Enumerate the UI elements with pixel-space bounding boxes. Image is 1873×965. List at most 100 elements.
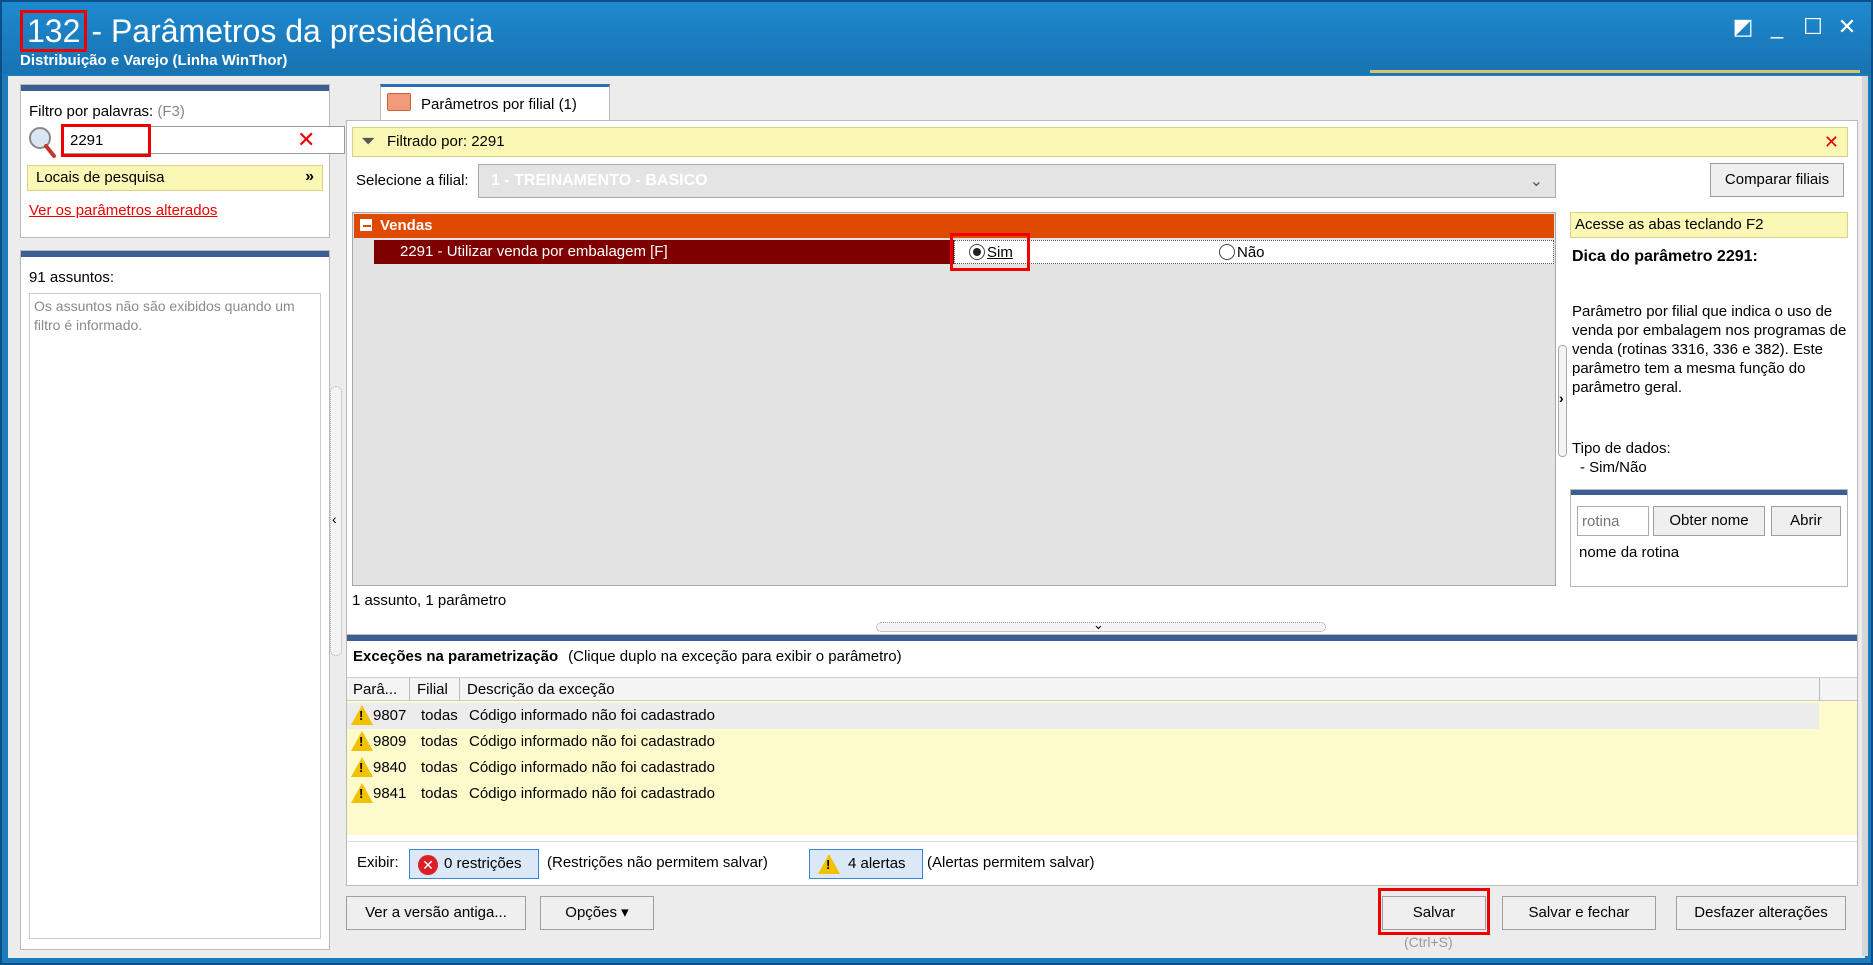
search-icon — [27, 125, 57, 159]
data-type-value: - Sim/Não — [1580, 459, 1647, 476]
branch-select-value: 1 - TREINAMENTO - BASICO — [491, 172, 708, 189]
subjects-empty-note: Os assuntos não são exibidos quando um f… — [29, 293, 321, 939]
panel-header-bar — [21, 85, 329, 91]
show-label: Exibir: — [357, 854, 399, 871]
collapse-icon[interactable] — [360, 219, 372, 231]
tab-count: (1) — [558, 96, 577, 113]
parameter-options: Sim Não — [954, 240, 1554, 264]
clear-filter-icon[interactable]: ✕ — [297, 127, 315, 153]
panel-header-bar — [21, 251, 329, 257]
warning-icon — [818, 854, 840, 874]
exceptions-title: Exceções na parametrização (Clique duplo … — [353, 648, 902, 665]
tab-label: Parâmetros por filial — [421, 96, 555, 113]
alerts-note: (Alertas permitem salvar) — [927, 854, 1095, 871]
help-data-type: Tipo de dados: - Sim/Não — [1572, 439, 1671, 477]
filter-label: Filtro por palavras: (F3) — [29, 103, 185, 120]
old-version-button[interactable]: Ver a versão antiga... — [346, 896, 526, 930]
exception-filial: todas — [421, 759, 458, 776]
open-routine-button[interactable]: Abrir — [1771, 506, 1841, 536]
routine-input[interactable] — [1577, 506, 1649, 536]
save-button[interactable]: Salvar — [1382, 896, 1486, 930]
exceptions-title-text: Exceções na parametrização — [353, 648, 559, 665]
help-title: Dica do parâmetro 2291: — [1572, 248, 1758, 265]
title-bar: 132- Parâmetros da presidência Distribui… — [2, 2, 1871, 74]
restrictions-label: 0 restrições — [444, 855, 522, 872]
branch-select[interactable]: 1 - TREINAMENTO - BASICO ⌄ — [478, 164, 1556, 198]
options-button[interactable]: Opções ▾ — [540, 896, 654, 930]
group-header-vendas[interactable]: Vendas — [354, 214, 1554, 238]
error-icon: ✕ — [418, 855, 438, 875]
restore-icon[interactable]: ◩ — [1728, 12, 1758, 42]
table-row[interactable]: 9807 todas Código informado não foi cada… — [347, 703, 1819, 729]
minimize-icon[interactable]: _ — [1762, 12, 1792, 42]
exceptions-panel: Exceções na parametrização (Clique duplo … — [346, 634, 1858, 886]
active-filter-text: Filtrado por: 2291 — [387, 133, 505, 150]
horizontal-splitter[interactable]: ⌄ — [876, 617, 1326, 632]
close-icon[interactable]: ✕ — [1832, 12, 1862, 42]
help-tip-note: Acesse as abas teclando F2 — [1570, 212, 1848, 238]
routine-lookup-panel: Obter nome Abrir nome da rotina — [1570, 489, 1848, 587]
warning-icon — [351, 757, 373, 777]
remove-filter-icon[interactable]: ✕ — [1824, 132, 1839, 153]
table-row[interactable]: 9809 todas Código informado não foi cada… — [347, 729, 1819, 755]
column-header-filial[interactable]: Filial — [417, 681, 448, 698]
restrictions-toggle-button[interactable]: ✕ 0 restrições — [409, 849, 539, 879]
left-panel-splitter[interactable]: ‹ — [330, 386, 342, 656]
compare-branches-button[interactable]: Comparar filiais — [1710, 163, 1844, 197]
exception-param: 9841 — [373, 785, 407, 802]
column-divider[interactable] — [409, 678, 410, 702]
table-row[interactable]: 9840 todas Código informado não foi cada… — [347, 755, 1819, 781]
changed-params-link[interactable]: Ver os parâmetros alterados — [29, 202, 217, 219]
tab-branch-parameters[interactable]: Parâmetros por filial (1) — [380, 84, 610, 120]
alerts-label: 4 alertas — [848, 855, 906, 872]
routine-name: nome da rotina — [1579, 544, 1680, 561]
search-locations-label: Locais de pesquisa — [36, 169, 165, 186]
save-and-close-button[interactable]: Salvar e fechar — [1502, 896, 1656, 930]
filter-shortcut-hint: (F3) — [157, 103, 185, 120]
column-divider[interactable] — [459, 678, 460, 702]
radio-nao[interactable]: Não — [1219, 244, 1265, 261]
double-chevron-down-icon: » — [305, 168, 314, 185]
get-name-button[interactable]: Obter nome — [1653, 506, 1765, 536]
exceptions-footer: Exibir: ✕ 0 restrições (Restrições não pe… — [347, 841, 1857, 885]
title-accent-line — [1370, 70, 1860, 73]
column-divider[interactable] — [1819, 678, 1820, 702]
exception-param: 9840 — [373, 759, 407, 776]
parameters-grid — [352, 212, 1556, 586]
chevron-right-icon: › — [1559, 390, 1564, 406]
exception-filial: todas — [421, 707, 458, 724]
exception-description: Código informado não foi cadastrado — [469, 759, 715, 776]
exception-description: Código informado não foi cadastrado — [469, 733, 715, 750]
warning-icon — [351, 731, 373, 751]
active-filter-bar: ⏷ Filtrado por: 2291 ✕ — [352, 127, 1848, 157]
maximize-icon[interactable]: ☐ — [1798, 12, 1828, 42]
help-panel-splitter[interactable]: › — [1558, 345, 1567, 457]
panel-header-bar — [1571, 490, 1847, 495]
chevron-down-icon: ⌄ — [1093, 617, 1104, 632]
exception-description: Código informado não foi cadastrado — [469, 785, 715, 802]
window-scrollbar[interactable] — [1862, 76, 1868, 956]
exceptions-table-body: 9807 todas Código informado não foi cada… — [347, 701, 1857, 835]
routine-number: 132 — [20, 10, 88, 52]
radio-checked-icon — [969, 244, 985, 260]
exception-description: Código informado não foi cadastrado — [469, 707, 715, 724]
group-label: Vendas — [380, 217, 433, 234]
alerts-toggle-button[interactable]: 4 alertas — [809, 849, 923, 879]
panel-header-bar — [347, 635, 1857, 641]
exception-param: 9807 — [373, 707, 407, 724]
data-type-label: Tipo de dados: — [1572, 440, 1671, 457]
parameter-row-label[interactable]: 2291 - Utilizar venda por embalagem [F] — [374, 240, 954, 264]
exception-filial: todas — [421, 785, 458, 802]
undo-changes-button[interactable]: Desfazer alterações — [1676, 896, 1846, 930]
column-header-description[interactable]: Descrição da exceção — [467, 681, 615, 698]
branch-select-label: Selecione a filial: — [356, 172, 469, 189]
search-locations-dropdown[interactable]: Locais de pesquisa » — [27, 165, 323, 191]
folder-icon — [387, 93, 411, 111]
grid-status: 1 assunto, 1 parâmetro — [352, 592, 507, 609]
exceptions-hint: (Clique duplo na exceção para exibir o p… — [568, 648, 902, 665]
table-row[interactable]: 9841 todas Código informado não foi cada… — [347, 781, 1819, 807]
column-header-param[interactable]: Parâ... — [353, 681, 397, 698]
radio-sim[interactable]: Sim — [969, 244, 1013, 261]
radio-sim-label: Sim — [987, 244, 1013, 261]
window-title: 132- Parâmetros da presidência — [20, 10, 493, 52]
